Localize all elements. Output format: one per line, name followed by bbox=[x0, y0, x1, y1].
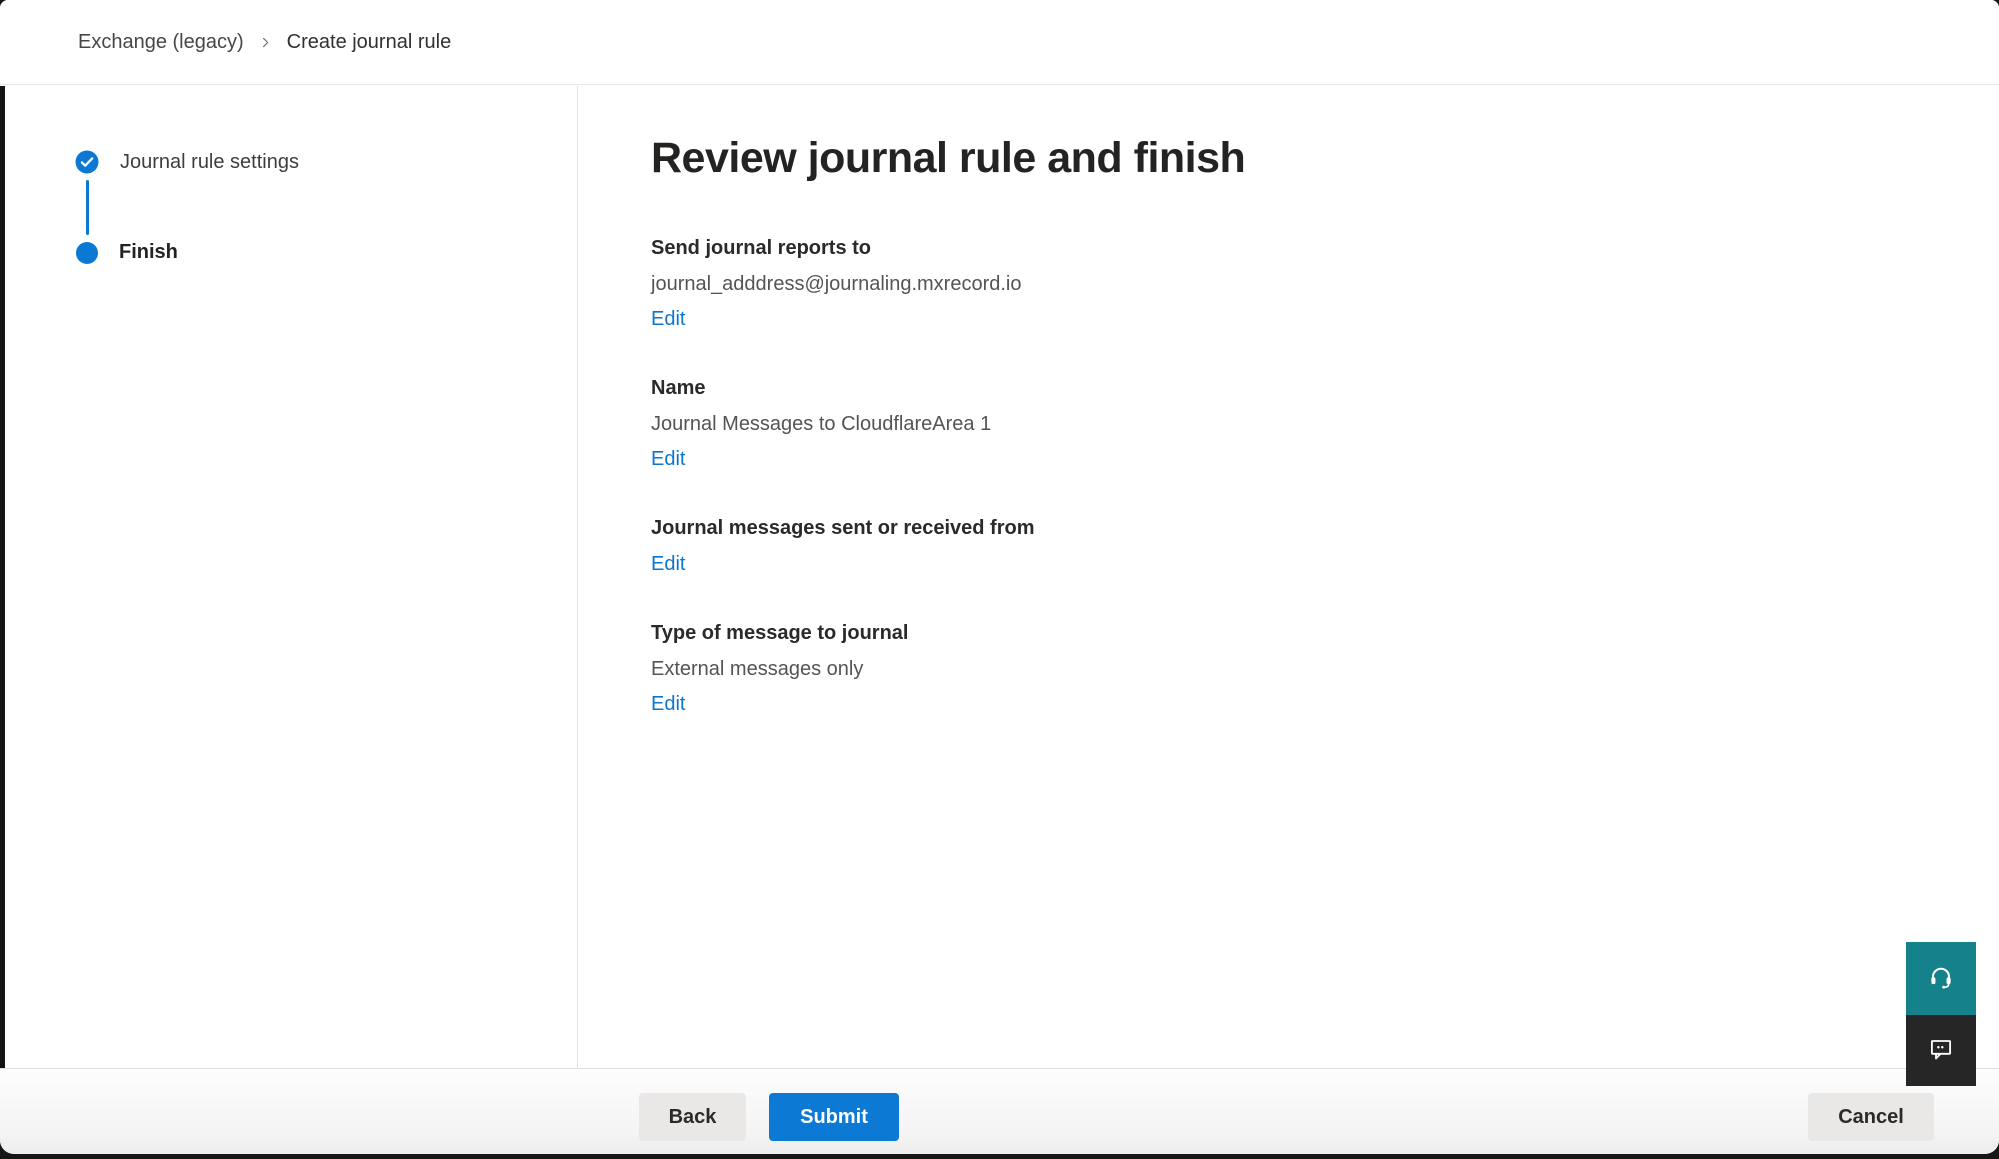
section-value: Journal Messages to CloudflareArea 1 bbox=[651, 411, 1939, 437]
wizard-step-label: Journal rule settings bbox=[120, 151, 299, 174]
back-button[interactable]: Back bbox=[639, 1093, 746, 1141]
page-title: Review journal rule and finish bbox=[651, 132, 1939, 186]
footer-bar: Back Submit Cancel bbox=[0, 1068, 1999, 1154]
help-button[interactable] bbox=[1906, 942, 1976, 1015]
body-area: Journal rule settings Finish Review jour… bbox=[0, 86, 1999, 1068]
wizard-step-connector bbox=[86, 180, 89, 235]
wizard-steps-panel: Journal rule settings Finish bbox=[5, 86, 578, 1068]
section-label: Journal messages sent or received from bbox=[651, 515, 1939, 541]
review-section-send-journal-reports-to: Send journal reports to journal_adddress… bbox=[651, 235, 1939, 332]
main-content: Review journal rule and finish Send jour… bbox=[579, 86, 1999, 1068]
wizard-step-journal-rule-settings[interactable]: Journal rule settings bbox=[75, 150, 577, 174]
headset-icon bbox=[1928, 964, 1954, 993]
breadcrumb-exchange-legacy[interactable]: Exchange (legacy) bbox=[78, 31, 244, 54]
feedback-chat-icon bbox=[1928, 1036, 1954, 1065]
breadcrumb: Exchange (legacy) Create journal rule bbox=[78, 31, 451, 54]
edit-link-send-journal-reports-to[interactable]: Edit bbox=[651, 306, 685, 332]
top-header: Exchange (legacy) Create journal rule bbox=[0, 0, 1999, 85]
wizard-step-finish[interactable]: Finish bbox=[75, 241, 577, 264]
wizard-step-label: Finish bbox=[119, 241, 178, 264]
chevron-right-icon bbox=[258, 35, 273, 50]
section-value: External messages only bbox=[651, 656, 1939, 682]
review-section-journal-messages-sent-or-received-from: Journal messages sent or received from E… bbox=[651, 515, 1939, 577]
edit-link-journal-messages-sent-or-received-from[interactable]: Edit bbox=[651, 551, 685, 577]
review-section-type-of-message-to-journal: Type of message to journal External mess… bbox=[651, 620, 1939, 717]
review-section-name: Name Journal Messages to CloudflareArea … bbox=[651, 375, 1939, 472]
section-label: Send journal reports to bbox=[651, 235, 1939, 261]
app-window: Exchange (legacy) Create journal rule J bbox=[0, 0, 1999, 1154]
check-circle-icon bbox=[75, 150, 99, 174]
feedback-button[interactable] bbox=[1906, 1015, 1976, 1086]
breadcrumb-create-journal-rule: Create journal rule bbox=[287, 31, 452, 54]
cancel-button[interactable]: Cancel bbox=[1808, 1093, 1934, 1141]
edit-link-name[interactable]: Edit bbox=[651, 446, 685, 472]
filled-dot-icon bbox=[76, 242, 98, 264]
submit-button[interactable]: Submit bbox=[769, 1093, 899, 1141]
edit-link-type-of-message-to-journal[interactable]: Edit bbox=[651, 691, 685, 717]
section-label: Type of message to journal bbox=[651, 620, 1939, 646]
section-value: journal_adddress@journaling.mxrecord.io bbox=[651, 271, 1939, 297]
section-label: Name bbox=[651, 375, 1939, 401]
